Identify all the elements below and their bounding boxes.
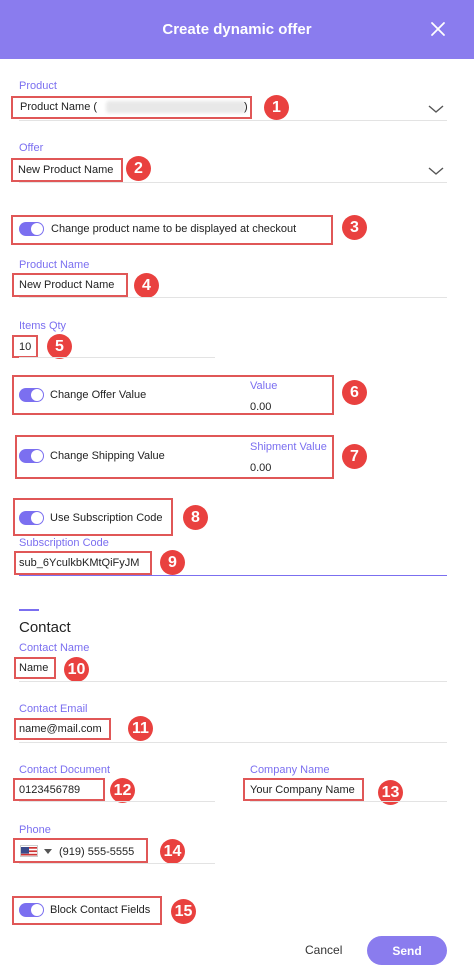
offer-underline	[19, 182, 447, 183]
shipment-value-input[interactable]: 0.00	[250, 462, 271, 474]
modal-title: Create dynamic offer	[162, 21, 312, 38]
badge-15: 15	[171, 899, 196, 924]
product-name-input[interactable]: New Product Name	[19, 279, 114, 291]
subscription-code-underline	[19, 575, 447, 576]
section-divider	[19, 609, 39, 611]
badge-8: 8	[183, 505, 208, 530]
contact-email-label: Contact Email	[19, 703, 88, 715]
offer-value-toggle[interactable]	[19, 388, 44, 402]
cancel-button[interactable]: Cancel	[305, 943, 342, 957]
badge-12: 12	[110, 778, 135, 803]
value-label: Value	[250, 380, 278, 392]
modal-header: Create dynamic offer	[0, 0, 474, 59]
contact-email-underline	[19, 742, 447, 743]
badge-10: 10	[64, 657, 89, 682]
badge-4: 4	[134, 273, 159, 298]
contact-name-underline	[19, 681, 447, 682]
phone-label: Phone	[19, 824, 51, 836]
badge-6: 6	[342, 380, 367, 405]
block-contact-toggle[interactable]	[19, 903, 44, 917]
chevron-down-icon[interactable]	[428, 166, 444, 176]
company-name-label: Company Name	[250, 764, 330, 776]
badge-1: 1	[264, 95, 289, 120]
shipment-value-label: Shipment Value	[250, 441, 327, 453]
contact-name-input[interactable]: Name	[19, 662, 48, 674]
contact-email-input[interactable]: name@mail.com	[19, 723, 102, 735]
change-name-toggle[interactable]	[19, 222, 44, 236]
product-select-value[interactable]: Product Name (	[20, 101, 97, 113]
badge-7: 7	[342, 444, 367, 469]
subscription-code-input[interactable]: sub_6YculkbKMtQiFyJM	[19, 557, 139, 569]
subscription-toggle-label: Use Subscription Code	[50, 512, 163, 524]
value-input[interactable]: 0.00	[250, 401, 271, 413]
badge-9: 9	[160, 550, 185, 575]
change-name-toggle-label: Change product name to be displayed at c…	[51, 223, 297, 235]
offer-select-value[interactable]: New Product Name	[18, 164, 113, 176]
us-flag-icon[interactable]	[20, 845, 38, 857]
blurred-product-id	[106, 101, 246, 113]
items-qty-underline	[19, 357, 215, 358]
badge-3: 3	[342, 215, 367, 240]
block-contact-toggle-label: Block Contact Fields	[50, 904, 151, 916]
badge-2: 2	[126, 156, 151, 181]
close-icon[interactable]	[428, 19, 448, 39]
subscription-code-label: Subscription Code	[19, 537, 109, 549]
offer-label: Offer	[19, 142, 44, 154]
company-name-input[interactable]: Your Company Name	[250, 784, 355, 796]
product-label: Product	[19, 80, 57, 92]
offer-value-toggle-label: Change Offer Value	[50, 389, 147, 401]
chevron-down-icon[interactable]	[428, 104, 444, 114]
product-name-label: Product Name	[19, 259, 90, 271]
phone-input[interactable]: (919) 555-5555	[59, 846, 134, 858]
contact-document-input[interactable]: 0123456789	[19, 784, 80, 796]
phone-underline	[19, 863, 215, 864]
contact-section-title: Contact	[19, 619, 71, 636]
badge-11: 11	[128, 716, 153, 741]
badge-14: 14	[160, 839, 185, 864]
chevron-down-icon[interactable]	[44, 849, 52, 854]
product-paren: )	[244, 101, 248, 113]
badge-5: 5	[47, 334, 72, 359]
company-name-underline	[250, 801, 447, 802]
subscription-toggle[interactable]	[19, 511, 44, 525]
items-qty-input[interactable]: 10	[19, 341, 31, 353]
contact-name-label: Contact Name	[19, 642, 90, 654]
send-button[interactable]: Send	[367, 936, 447, 965]
items-qty-label: Items Qty	[19, 320, 67, 332]
shipping-value-toggle[interactable]	[19, 449, 44, 463]
contact-document-label: Contact Document	[19, 764, 111, 776]
shipping-value-toggle-label: Change Shipping Value	[50, 450, 165, 462]
product-underline	[19, 120, 447, 121]
product-name-underline	[19, 297, 447, 298]
contact-document-underline	[19, 801, 215, 802]
